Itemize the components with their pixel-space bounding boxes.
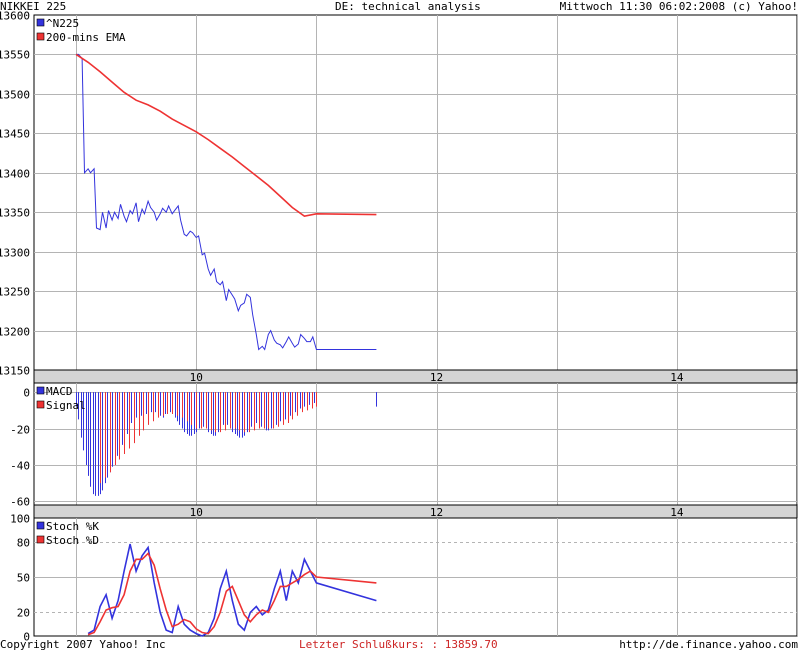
stoch-y-tick-label: 80 <box>17 537 30 550</box>
macd-y-tick-label: -60 <box>10 496 30 509</box>
price-legend-swatch <box>36 32 45 41</box>
stoch-y-tick-label: 20 <box>17 607 30 620</box>
stoch-y-tick-label: 100 <box>10 513 30 526</box>
stoch-legend-swatch <box>36 521 45 530</box>
price-y-tick-label: 13250 <box>0 286 30 299</box>
macd-legend-label: MACD <box>46 385 73 398</box>
source-url: http://de.finance.yahoo.com <box>619 638 798 651</box>
price-panel <box>33 14 798 384</box>
technical-analysis-chart: 13150 13200 13250 13300 13350 13400 13450 13500… <box>0 10 798 644</box>
price-y-tick-label: 13350 <box>0 207 30 220</box>
price-legend-label: ^N225 <box>46 17 79 30</box>
macd-x-tick-label: 10 <box>190 506 203 519</box>
macd-y-tick-label: -20 <box>10 424 30 437</box>
macd-x-tick-label: 14 <box>670 506 684 519</box>
price-legend-swatch <box>36 18 45 27</box>
stoch-y-tick-label: 50 <box>17 572 30 585</box>
price-y-tick-label: 13200 <box>0 326 30 339</box>
price-y-tick-label: 13450 <box>0 128 30 141</box>
last-close-text: Letzter Schlußkurs: : 13859.70 <box>299 638 498 651</box>
price-y-tick-label: 13500 <box>0 89 30 102</box>
price-y-tick-label: 13400 <box>0 168 30 181</box>
macd-panel <box>33 382 798 519</box>
macd-legend-label: Signal <box>46 399 86 412</box>
price-y-tick-label: 13150 <box>0 365 30 378</box>
macd-y-tick-label: 0 <box>23 387 30 400</box>
stoch-legend-label: Stoch %K <box>46 520 99 533</box>
macd-x-tick-label: 12 <box>430 506 443 519</box>
price-x-tick-label: 14 <box>670 371 684 384</box>
macd-y-tick-label: -40 <box>10 460 30 473</box>
price-x-tick-label: 12 <box>430 371 443 384</box>
stoch-panel <box>33 517 798 637</box>
copyright-text: Copyright 2007 Yahoo! Inc <box>0 638 166 651</box>
price-plot-frame <box>33 14 798 371</box>
price-y-tick-label: 13550 <box>0 49 30 62</box>
macd-legend-swatch <box>36 400 45 409</box>
stoch-legend-swatch <box>36 535 45 544</box>
price-legend-label: 200-mins EMA <box>46 31 126 44</box>
price-y-tick-label: 13300 <box>0 247 30 260</box>
price-y-tick-label: 13600 <box>0 10 30 23</box>
macd-legend-swatch <box>36 386 45 395</box>
price-x-tick-label: 10 <box>190 371 203 384</box>
stoch-legend-label: Stoch %D <box>46 534 99 547</box>
